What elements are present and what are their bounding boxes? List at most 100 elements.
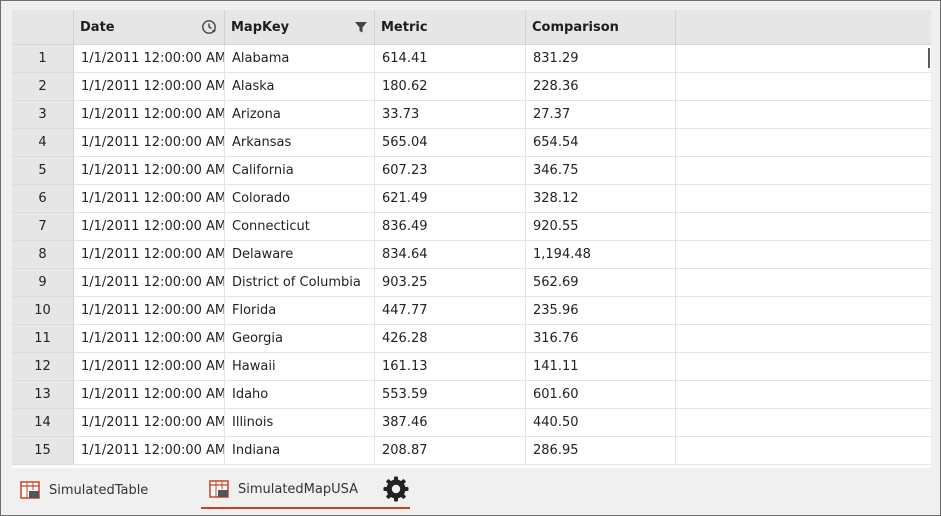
cell-comparison[interactable]: 286.95	[526, 437, 676, 465]
table-row[interactable]: 4 1/1/2011 12:00:00 AM Arkansas 565.04 654.5…	[12, 129, 931, 157]
cell-comparison[interactable]: 1,194.48	[526, 241, 676, 269]
cell-comparison[interactable]: 316.76	[526, 325, 676, 353]
cell-mapkey[interactable]: District of Columbia	[225, 269, 375, 297]
cell-mapkey[interactable]: Connecticut	[225, 213, 375, 241]
row-number[interactable]: 5	[12, 157, 74, 185]
table-row[interactable]: 10 1/1/2011 12:00:00 AM Florida 447.77 235.9…	[12, 297, 931, 325]
cell-date[interactable]: 1/1/2011 12:00:00 AM	[74, 241, 225, 269]
cell-comparison[interactable]: 141.11	[526, 353, 676, 381]
row-number[interactable]: 2	[12, 73, 74, 101]
cell-metric[interactable]: 836.49	[375, 213, 526, 241]
cell-metric[interactable]: 834.64	[375, 241, 526, 269]
cell-comparison[interactable]: 562.69	[526, 269, 676, 297]
cell-metric[interactable]: 447.77	[375, 297, 526, 325]
cell-mapkey[interactable]: Alabama	[225, 45, 375, 73]
cell-date[interactable]: 1/1/2011 12:00:00 AM	[74, 437, 225, 465]
cell-mapkey[interactable]: Georgia	[225, 325, 375, 353]
table-row[interactable]: 5 1/1/2011 12:00:00 AM California 607.23 346…	[12, 157, 931, 185]
clock-filter-icon[interactable]	[201, 19, 217, 35]
cell-comparison[interactable]: 440.50	[526, 409, 676, 437]
gear-icon[interactable]	[382, 475, 410, 503]
cell-mapkey[interactable]: Hawaii	[225, 353, 375, 381]
cell-comparison[interactable]: 920.55	[526, 213, 676, 241]
row-number[interactable]: 3	[12, 101, 74, 129]
table-row[interactable]: 13 1/1/2011 12:00:00 AM Idaho 553.59 601.60	[12, 381, 931, 409]
cell-date[interactable]: 1/1/2011 12:00:00 AM	[74, 129, 225, 157]
row-number[interactable]: 4	[12, 129, 74, 157]
row-number[interactable]: 14	[12, 409, 74, 437]
cell-date[interactable]: 1/1/2011 12:00:00 AM	[74, 185, 225, 213]
cell-date[interactable]: 1/1/2011 12:00:00 AM	[74, 381, 225, 409]
table-row[interactable]: 14 1/1/2011 12:00:00 AM Illinois 387.46 440.…	[12, 409, 931, 437]
cell-metric[interactable]: 180.62	[375, 73, 526, 101]
cell-metric[interactable]: 614.41	[375, 45, 526, 73]
row-number[interactable]: 15	[12, 437, 74, 465]
cell-comparison[interactable]: 601.60	[526, 381, 676, 409]
filter-icon[interactable]	[353, 19, 369, 35]
header-mapkey[interactable]: MapKey	[225, 10, 375, 45]
table-row[interactable]: 1 1/1/2011 12:00:00 AM Alabama 614.41 831.29	[12, 45, 931, 73]
cell-date[interactable]: 1/1/2011 12:00:00 AM	[74, 101, 225, 129]
table-row[interactable]: 9 1/1/2011 12:00:00 AM District of Columbi…	[12, 269, 931, 297]
cell-mapkey[interactable]: Idaho	[225, 381, 375, 409]
tab-simulated-table[interactable]: SimulatedTable	[20, 471, 190, 509]
table-row[interactable]: 11 1/1/2011 12:00:00 AM Georgia 426.28 316.7…	[12, 325, 931, 353]
cell-comparison[interactable]: 831.29	[526, 45, 676, 73]
cell-metric[interactable]: 33.73	[375, 101, 526, 129]
cell-metric[interactable]: 553.59	[375, 381, 526, 409]
cell-mapkey[interactable]: Delaware	[225, 241, 375, 269]
header-comparison[interactable]: Comparison	[526, 10, 676, 45]
cell-mapkey[interactable]: Colorado	[225, 185, 375, 213]
table-row[interactable]: 3 1/1/2011 12:00:00 AM Arizona 33.73 27.37	[12, 101, 931, 129]
row-number[interactable]: 8	[12, 241, 74, 269]
cell-comparison[interactable]: 654.54	[526, 129, 676, 157]
row-number[interactable]: 1	[12, 45, 74, 73]
cell-comparison[interactable]: 235.96	[526, 297, 676, 325]
row-number[interactable]: 6	[12, 185, 74, 213]
table-row[interactable]: 7 1/1/2011 12:00:00 AM Connecticut 836.49 92…	[12, 213, 931, 241]
cell-mapkey[interactable]: Illinois	[225, 409, 375, 437]
row-number[interactable]: 10	[12, 297, 74, 325]
cell-metric[interactable]: 208.87	[375, 437, 526, 465]
cell-date[interactable]: 1/1/2011 12:00:00 AM	[74, 45, 225, 73]
cell-comparison[interactable]: 228.36	[526, 73, 676, 101]
row-number[interactable]: 9	[12, 269, 74, 297]
table-row[interactable]: 12 1/1/2011 12:00:00 AM Hawaii 161.13 141.11	[12, 353, 931, 381]
cell-date[interactable]: 1/1/2011 12:00:00 AM	[74, 157, 225, 185]
cell-comparison[interactable]: 346.75	[526, 157, 676, 185]
cell-mapkey[interactable]: Arkansas	[225, 129, 375, 157]
table-row[interactable]: 2 1/1/2011 12:00:00 AM Alaska 180.62 228.36	[12, 73, 931, 101]
cell-date[interactable]: 1/1/2011 12:00:00 AM	[74, 409, 225, 437]
cell-mapkey[interactable]: California	[225, 157, 375, 185]
cell-metric[interactable]: 621.49	[375, 185, 526, 213]
cell-date[interactable]: 1/1/2011 12:00:00 AM	[74, 213, 225, 241]
tab-simulated-map-usa[interactable]: SimulatedMapUSA	[201, 471, 410, 509]
cell-date[interactable]: 1/1/2011 12:00:00 AM	[74, 353, 225, 381]
cell-metric[interactable]: 161.13	[375, 353, 526, 381]
cell-comparison[interactable]: 27.37	[526, 101, 676, 129]
header-date[interactable]: Date	[74, 10, 225, 45]
cell-metric[interactable]: 607.23	[375, 157, 526, 185]
cell-date[interactable]: 1/1/2011 12:00:00 AM	[74, 73, 225, 101]
cell-metric[interactable]: 565.04	[375, 129, 526, 157]
cell-mapkey[interactable]: Florida	[225, 297, 375, 325]
header-metric[interactable]: Metric	[375, 10, 526, 45]
cell-metric[interactable]: 426.28	[375, 325, 526, 353]
row-number[interactable]: 7	[12, 213, 74, 241]
vertical-scrollbar[interactable]	[928, 48, 930, 68]
row-number[interactable]: 13	[12, 381, 74, 409]
cell-mapkey[interactable]: Arizona	[225, 101, 375, 129]
cell-date[interactable]: 1/1/2011 12:00:00 AM	[74, 269, 225, 297]
cell-mapkey[interactable]: Indiana	[225, 437, 375, 465]
cell-metric[interactable]: 387.46	[375, 409, 526, 437]
cell-date[interactable]: 1/1/2011 12:00:00 AM	[74, 325, 225, 353]
row-number[interactable]: 12	[12, 353, 74, 381]
cell-metric[interactable]: 903.25	[375, 269, 526, 297]
table-row[interactable]: 6 1/1/2011 12:00:00 AM Colorado 621.49 328.1…	[12, 185, 931, 213]
row-number[interactable]: 11	[12, 325, 74, 353]
table-row[interactable]: 15 1/1/2011 12:00:00 AM Indiana 208.87 286.9…	[12, 437, 931, 465]
cell-mapkey[interactable]: Alaska	[225, 73, 375, 101]
cell-comparison[interactable]: 328.12	[526, 185, 676, 213]
table-row[interactable]: 8 1/1/2011 12:00:00 AM Delaware 834.64 1,194…	[12, 241, 931, 269]
cell-date[interactable]: 1/1/2011 12:00:00 AM	[74, 297, 225, 325]
